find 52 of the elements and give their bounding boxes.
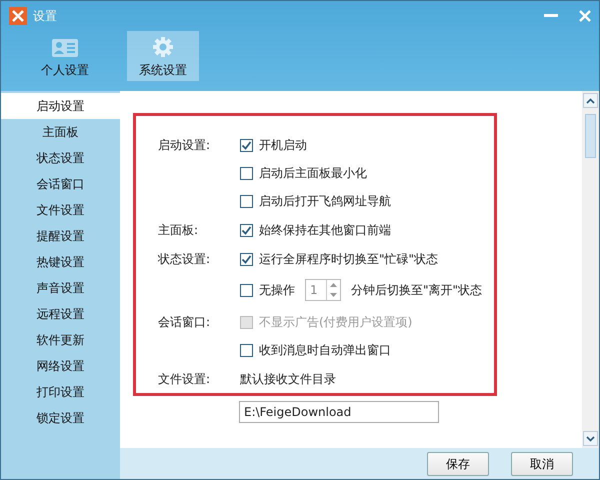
option-text: 默认接收文件目录 [240, 371, 336, 387]
sidebar-item[interactable]: 启动设置 [1, 93, 120, 119]
sidebar-item[interactable]: 热键设置 [1, 249, 120, 275]
checkbox-label[interactable]: 启动后打开飞鸽网址导航 [259, 193, 391, 209]
caret-up-icon [586, 98, 595, 104]
section-label: 主面板: [158, 222, 200, 238]
sidebar-item[interactable]: 会话窗口 [1, 171, 120, 197]
checkbox[interactable] [240, 138, 253, 152]
sidebar-item[interactable]: 主面板 [1, 119, 120, 145]
sidebar-item[interactable]: 打印设置 [1, 379, 120, 405]
checkbox[interactable] [240, 166, 253, 180]
sidebar-item[interactable]: 网络设置 [1, 353, 120, 379]
section-label: 文件设置: [158, 371, 212, 387]
cancel-button[interactable]: 取消 [511, 452, 573, 476]
save-button[interactable]: 保存 [427, 452, 489, 476]
section-label: 状态设置: [158, 251, 212, 268]
checkbox-label[interactable]: 始终保持在其他窗口前端 [259, 222, 391, 238]
contact-card-icon [52, 39, 78, 57]
checkbox-label[interactable]: 开机启动 [259, 137, 307, 153]
section-label: 会话窗口: [158, 314, 212, 331]
caret-down-icon [586, 436, 595, 442]
folder-path-field[interactable]: E:\FeigeDownload [239, 401, 439, 423]
checkbox[interactable] [240, 194, 253, 208]
number-spinner[interactable]: 1 [305, 279, 341, 301]
sidebar-item[interactable]: 锁定设置 [1, 405, 120, 431]
sidebar-item[interactable]: 软件更新 [1, 327, 120, 353]
sidebar-item[interactable]: 提醒设置 [1, 223, 120, 249]
settings-tab[interactable]: 系统设置 [127, 31, 199, 81]
close-icon [579, 10, 591, 22]
gear-icon [153, 37, 173, 57]
checkbox-label[interactable]: 收到消息时自动弹出窗口 [259, 342, 391, 358]
app-logo-icon [9, 7, 27, 26]
checkbox[interactable] [240, 224, 253, 236]
scrollbar[interactable] [582, 91, 599, 448]
scroll-up-button[interactable] [583, 93, 598, 108]
checkbox[interactable] [240, 284, 253, 296]
settings-tab[interactable]: 个人设置 [29, 31, 101, 81]
sidebar-item[interactable]: 声音设置 [1, 275, 120, 301]
minimize-icon [544, 14, 558, 18]
scroll-thumb[interactable] [585, 114, 596, 158]
window-title: 设置 [33, 8, 57, 25]
checkbox-label[interactable]: 启动后主面板最小化 [259, 165, 367, 181]
sidebar-item[interactable]: 文件设置 [1, 197, 120, 223]
section-label: 启动设置: [158, 137, 212, 154]
checkbox-label[interactable]: 无操作 [259, 282, 295, 298]
sidebar-item[interactable]: 远程设置 [1, 301, 120, 327]
checkbox[interactable] [240, 252, 253, 266]
checkbox[interactable] [240, 344, 253, 356]
sidebar-item[interactable]: 状态设置 [1, 145, 120, 171]
scroll-down-button[interactable] [583, 431, 598, 446]
checkbox-label[interactable]: 运行全屏程序时切换至"忙碌"状态 [259, 251, 438, 267]
option-text: 分钟后切换至"离开"状态 [351, 282, 482, 298]
